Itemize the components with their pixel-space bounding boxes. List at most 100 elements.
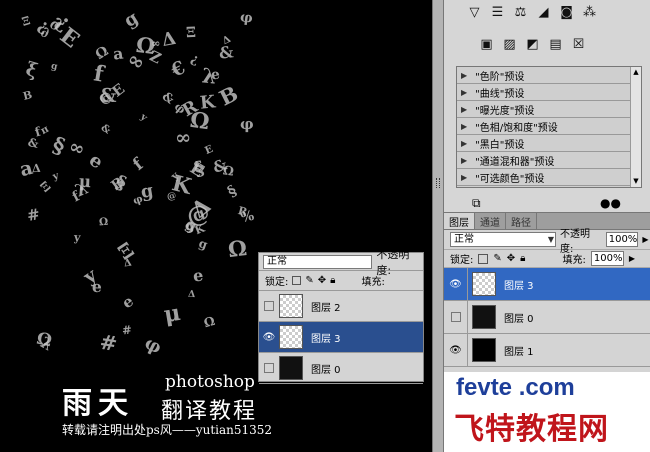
curves-icon[interactable]: ☰ bbox=[489, 4, 506, 20]
eye-icon: 👁︎ bbox=[262, 331, 276, 343]
clip-to-layer-icon[interactable]: ⧉ bbox=[472, 196, 481, 211]
mini-layer-row: 图层 2 bbox=[259, 291, 423, 322]
scattered-glyph: φ bbox=[141, 332, 166, 359]
panel-tabs: 图层 通道 路径 bbox=[444, 213, 650, 230]
layer-row[interactable]: 图层 0 bbox=[444, 301, 650, 334]
scattered-glyph: μ bbox=[78, 171, 92, 192]
document-canvas[interactable]: φ Ωy y E # φ f & Ω K ∂ φ & ¿ @ ∞ φ λ ∞ ξ B ¿ y f g a § g Δ # § K § φ Ωe Ξ € y… bbox=[0, 0, 432, 452]
scattered-glyph: § bbox=[224, 181, 241, 202]
bw-icon[interactable]: ◢ bbox=[535, 4, 552, 20]
mini-lock-label: 锁定: bbox=[265, 277, 289, 288]
scattered-glyph: Ξ bbox=[19, 13, 32, 29]
layer-name: 图层 1 bbox=[504, 346, 534, 358]
preset-item[interactable]: ▶ "通道混和器"预设 bbox=[457, 152, 641, 169]
scattered-glyph: e bbox=[91, 277, 102, 296]
visibility-toggle[interactable]: 👁︎ bbox=[444, 268, 468, 300]
gradient-map-icon[interactable]: ▤ bbox=[547, 36, 564, 52]
layer-name: 图层 0 bbox=[504, 313, 534, 325]
lock-icon: 🔒︎ bbox=[330, 275, 336, 286]
site-logo: fevte .com 飞特教程网 bbox=[444, 372, 650, 452]
layer-row[interactable]: 👁︎ 图层 3 bbox=[444, 268, 650, 301]
visibility-empty-icon bbox=[264, 363, 274, 373]
opacity-slider-icon[interactable]: ▶ bbox=[642, 235, 650, 244]
levels-icon[interactable]: ▽ bbox=[466, 4, 483, 20]
expand-triangle-icon: ▶ bbox=[461, 104, 468, 114]
preset-item[interactable]: ▶ "色相/饱和度"预设 bbox=[457, 118, 641, 135]
expand-triangle-icon: ▶ bbox=[461, 87, 468, 97]
lock-label: 锁定: bbox=[450, 255, 474, 266]
scattered-glyph: a bbox=[111, 43, 125, 64]
logo-domain: fevte .com bbox=[456, 374, 575, 401]
scattered-glyph: g bbox=[139, 181, 156, 203]
lock-transparent-icon bbox=[292, 276, 302, 285]
expand-triangle-icon: ▶ bbox=[461, 155, 468, 165]
scattered-glyph: K bbox=[198, 91, 216, 114]
mini-layer-name: 图层 2 bbox=[311, 302, 341, 314]
expand-triangle-icon: ▶ bbox=[461, 138, 468, 148]
preset-item[interactable]: ▶ "曲线"预设 bbox=[457, 84, 641, 101]
scattered-glyph: # bbox=[121, 322, 133, 338]
presets-scrollbar[interactable]: ▲ ▼ bbox=[630, 67, 641, 187]
posterize-icon[interactable]: ▨ bbox=[501, 36, 518, 52]
scattered-glyph: ¿ bbox=[188, 50, 201, 68]
scattered-glyph: & bbox=[26, 135, 40, 152]
preset-item[interactable]: ▶ "曝光度"预设 bbox=[457, 101, 641, 118]
layer-thumbnail bbox=[279, 325, 303, 349]
selective-icon[interactable]: ☒ bbox=[570, 36, 587, 52]
grip-icon[interactable] bbox=[436, 178, 440, 188]
scattered-glyph: Ξ bbox=[185, 24, 197, 42]
invert-icon[interactable]: ▣ bbox=[478, 36, 495, 52]
scattered-glyph: Ω bbox=[226, 234, 249, 263]
visibility-empty-icon bbox=[264, 301, 274, 311]
adjustment-icons-row-2: ▣ ▨ ◩ ▤ ☒ bbox=[478, 36, 587, 52]
visibility-toggle[interactable]: 👁︎ bbox=[444, 334, 468, 366]
preset-item[interactable]: ▶ "色阶"预设 bbox=[457, 67, 641, 84]
mixer-icon[interactable]: ⁂ bbox=[581, 4, 598, 20]
photo-filter-icon[interactable]: ◙ bbox=[558, 4, 575, 20]
tab-layers[interactable]: 图层 bbox=[444, 213, 475, 229]
layer-thumbnail bbox=[279, 356, 303, 380]
scattered-glyph: a bbox=[17, 155, 36, 181]
view-previous-state-icon[interactable]: ●● bbox=[600, 196, 621, 210]
watermark-copyright: 转载请注明出处ps风——yutian51352 bbox=[62, 423, 273, 437]
scattered-glyph: Ω bbox=[98, 215, 109, 229]
tab-channels[interactable]: 通道 bbox=[475, 213, 506, 229]
visibility-toggle[interactable] bbox=[444, 301, 468, 333]
eye-icon: 👁︎ bbox=[449, 344, 462, 356]
lock-all-icon[interactable]: 🔒︎ bbox=[520, 253, 525, 264]
lock-transparent-icon[interactable] bbox=[478, 253, 489, 264]
threshold-icon[interactable]: ◩ bbox=[524, 36, 541, 52]
expand-triangle-icon: ▶ bbox=[461, 121, 468, 131]
scattered-glyph: Ξ bbox=[37, 178, 54, 196]
brush-icon: ✎ bbox=[305, 275, 314, 286]
layer-row[interactable]: 👁︎ 图层 1 bbox=[444, 334, 650, 367]
scattered-glyph: μ bbox=[162, 299, 183, 328]
eye-icon: 👁︎ bbox=[449, 278, 462, 290]
blend-mode-select[interactable]: 正常 ▼ bbox=[450, 232, 556, 247]
fill-input[interactable]: 100% bbox=[590, 251, 624, 266]
lock-move-icon[interactable]: ✥ bbox=[507, 253, 515, 264]
scroll-up-icon[interactable]: ▲ bbox=[631, 67, 641, 78]
scattered-glyph: & bbox=[98, 121, 113, 137]
opacity-input[interactable]: 100% bbox=[605, 232, 639, 247]
expand-triangle-icon: ▶ bbox=[461, 70, 468, 80]
visibility-empty-icon bbox=[450, 312, 461, 322]
scattered-glyph: Ω bbox=[201, 313, 217, 331]
mini-layer-name: 图层 0 bbox=[311, 364, 341, 376]
layer-thumbnail bbox=[472, 338, 496, 362]
scattered-glyph: g bbox=[197, 235, 210, 252]
opacity-label: 不透明度: bbox=[560, 228, 590, 255]
fill-slider-icon[interactable]: ▶ bbox=[629, 254, 637, 263]
scattered-glyph: Ξ bbox=[113, 237, 138, 266]
lock-brush-icon[interactable]: ✎ bbox=[493, 253, 501, 264]
balance-icon[interactable]: ⚖ bbox=[512, 4, 529, 20]
preset-item[interactable]: ▶ "黑白"预设 bbox=[457, 135, 641, 152]
preset-item[interactable]: ▶ "可选颜色"预设 bbox=[457, 169, 641, 186]
scattered-glyph: Ω bbox=[35, 327, 55, 351]
tab-paths[interactable]: 路径 bbox=[506, 213, 537, 229]
watermark-app: photoshop bbox=[165, 372, 255, 392]
adjustment-icons-row-1: ▽ ☰ ⚖ ◢ ◙ ⁂ bbox=[466, 4, 598, 20]
scattered-glyph: ξ bbox=[22, 57, 40, 83]
scroll-down-icon[interactable]: ▼ bbox=[631, 176, 641, 187]
panel-splitter[interactable] bbox=[432, 0, 444, 452]
